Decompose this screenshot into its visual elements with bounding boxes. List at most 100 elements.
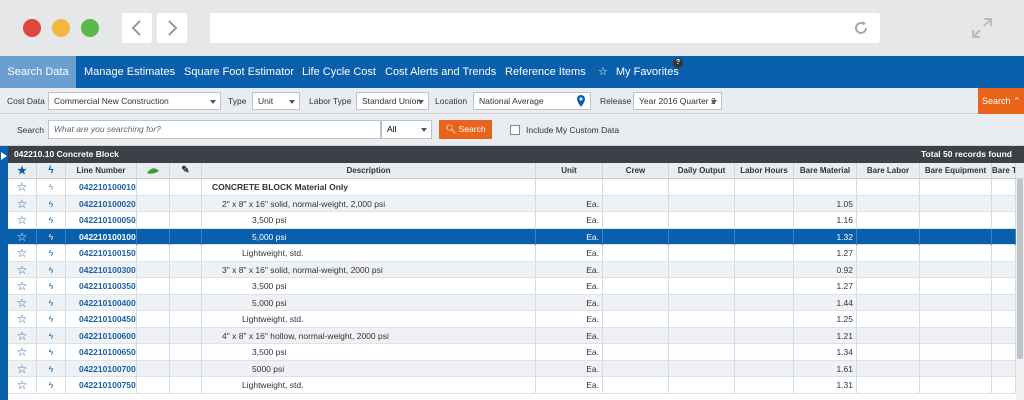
favorite-star-icon[interactable]: ☆ xyxy=(8,377,37,393)
favorite-star-icon[interactable]: ☆ xyxy=(8,195,37,212)
table-row[interactable]: ☆ ϟ 042210100350 3,500 psi Ea. 1.27 xyxy=(8,278,1016,295)
table-row[interactable]: ☆ ϟ 042210100020 2" x 8" x 16" solid, norma… xyxy=(8,195,1016,212)
favorite-column-header[interactable]: ★ xyxy=(8,163,37,179)
tab-search-data[interactable]: Search Data xyxy=(0,56,76,88)
tab-cost-alerts-trends[interactable]: Cost Alerts and Trends xyxy=(385,56,496,88)
include-custom-checkbox[interactable] xyxy=(510,125,520,135)
lightning-icon[interactable]: ϟ xyxy=(37,195,66,212)
forward-button[interactable] xyxy=(157,13,187,43)
lightning-icon[interactable]: ϟ xyxy=(37,360,66,377)
table-row[interactable]: ☆ ϟ 042210100750 Lightweight, std. Ea. 1.31 xyxy=(8,377,1016,394)
release-select[interactable]: Year 2016 Quarter 2 xyxy=(633,92,722,110)
col-daily-output[interactable]: Daily Output xyxy=(669,163,735,179)
back-button[interactable] xyxy=(122,13,152,43)
line-number-link[interactable]: 042210100650 xyxy=(79,347,136,357)
table-row[interactable]: ☆ ϟ 042210100450 Lightweight, std. Ea. 1.25 xyxy=(8,311,1016,328)
help-badge[interactable]: ? xyxy=(673,58,683,68)
col-bare-equipment[interactable]: Bare Equipment xyxy=(920,163,992,179)
favorite-star-icon[interactable]: ☆ xyxy=(8,311,37,327)
line-number-link[interactable]: 042210100050 xyxy=(79,215,136,225)
col-line-number[interactable]: Line Number xyxy=(66,163,137,179)
col-bare-material[interactable]: Bare Material xyxy=(794,163,857,179)
line-number-link[interactable]: 042210100600 xyxy=(79,331,136,341)
search-toggle-button[interactable]: Search ⌃ xyxy=(978,88,1024,114)
lightning-icon[interactable]: ϟ xyxy=(37,344,66,360)
lightning-icon[interactable]: ϟ xyxy=(37,212,66,228)
table-row[interactable]: ☆ ϟ 042210100600 4" x 8" x 16" hollow, norm… xyxy=(8,327,1016,344)
location-select[interactable]: National Average xyxy=(473,92,591,110)
table-row[interactable]: ☆ ϟ 042210100050 3,500 psi Ea. 1.16 xyxy=(8,212,1016,229)
favorite-star-icon[interactable]: ☆ xyxy=(8,278,37,294)
col-description[interactable]: Description xyxy=(202,163,536,179)
tab-life-cycle-cost[interactable]: Life Cycle Cost xyxy=(302,56,376,88)
favorite-star-icon[interactable]: ☆ xyxy=(8,360,37,377)
green-column-header[interactable] xyxy=(137,163,170,179)
lightning-icon[interactable]: ϟ xyxy=(37,327,66,344)
line-number-link[interactable]: 042210100010 xyxy=(79,182,136,192)
table-row[interactable]: ☆ ϟ 042210100150 Lightweight, std. Ea. 1.27 xyxy=(8,245,1016,262)
lightning-icon[interactable]: ϟ xyxy=(37,311,66,327)
notes-column-header[interactable]: ✎ xyxy=(170,163,202,179)
tab-reference-items[interactable]: Reference Items xyxy=(505,56,586,88)
table-row[interactable]: ☆ ϟ 042210100650 3,500 psi Ea. 1.34 xyxy=(8,344,1016,361)
line-number-link[interactable]: 042210100450 xyxy=(79,314,136,324)
table-row[interactable]: ☆ ϟ 042210100300 3" x 8" x 16" solid, norma… xyxy=(8,261,1016,278)
line-number-link[interactable]: 042210100300 xyxy=(79,265,136,275)
lightning-icon[interactable]: ϟ xyxy=(37,245,66,261)
description-text: 5,000 psi xyxy=(252,231,287,242)
tab-my-favorites[interactable]: ☆ My Favorites xyxy=(598,56,679,88)
col-labor-hours[interactable]: Labor Hours xyxy=(735,163,794,179)
col-bare-total[interactable]: Bare T xyxy=(992,163,1016,179)
lightning-off-icon[interactable]: ϟ xyxy=(37,179,66,195)
favorite-star-icon[interactable]: ☆ xyxy=(8,294,37,311)
search-input[interactable]: What are you searching for? xyxy=(48,120,381,139)
search-scope-select[interactable]: All xyxy=(381,120,432,139)
refresh-icon[interactable] xyxy=(852,19,870,37)
line-number-link[interactable]: 042210100400 xyxy=(79,298,136,308)
lightning-icon[interactable]: ϟ xyxy=(37,261,66,278)
favorite-star-icon[interactable]: ☆ xyxy=(8,344,37,360)
favorite-star-icon[interactable]: ☆ xyxy=(8,228,37,245)
tab-square-foot-estimator[interactable]: Square Foot Estimator xyxy=(184,56,294,88)
col-crew[interactable]: Crew xyxy=(603,163,669,179)
table-row[interactable]: ☆ ϟ 042210100100 5,000 psi Ea. 1.32 xyxy=(8,228,1016,245)
scrollbar-thumb[interactable] xyxy=(1017,179,1023,359)
col-unit[interactable]: Unit xyxy=(536,163,603,179)
line-number-link[interactable]: 042210100350 xyxy=(79,281,136,291)
favorite-star-icon[interactable]: ☆ xyxy=(8,179,37,195)
fullscreen-icon[interactable] xyxy=(970,16,994,40)
line-number-link[interactable]: 042210100700 xyxy=(79,364,136,374)
lightning-icon[interactable]: ϟ xyxy=(37,294,66,311)
minimize-window-button[interactable] xyxy=(52,19,70,37)
tab-manage-estimates[interactable]: Manage Estimates xyxy=(84,56,175,88)
favorite-star-icon[interactable]: ☆ xyxy=(8,245,37,261)
lightning-icon[interactable]: ϟ xyxy=(37,278,66,294)
table-row[interactable]: ☆ ϟ 042210100400 5,000 psi Ea. 1.44 xyxy=(8,294,1016,311)
table-cell xyxy=(857,278,920,294)
lightning-icon[interactable]: ϟ xyxy=(37,228,66,245)
maximize-window-button[interactable] xyxy=(81,19,99,37)
cost-data-select[interactable]: Commercial New Construction xyxy=(48,92,221,110)
line-number-link[interactable]: 042210100020 xyxy=(79,199,136,209)
col-bare-labor[interactable]: Bare Labor xyxy=(857,163,920,179)
line-number-link[interactable]: 042210100750 xyxy=(79,380,136,390)
table-cell: 042210100050 xyxy=(66,212,137,228)
table-row[interactable]: ☆ ϟ 042210100700 5000 psi Ea. 1.61 xyxy=(8,360,1016,377)
line-number-link[interactable]: 042210100150 xyxy=(79,248,136,258)
address-bar[interactable] xyxy=(210,13,880,43)
favorite-star-icon[interactable]: ☆ xyxy=(8,327,37,344)
lightning-icon[interactable]: ϟ xyxy=(37,377,66,393)
record-count: Total 50 records found xyxy=(921,149,1012,159)
labor-type-select[interactable]: Standard Union xyxy=(356,92,429,110)
search-button[interactable]: 🔍︎ Search xyxy=(439,120,492,139)
line-number-link[interactable]: 042210100100 xyxy=(79,232,136,242)
grid-scrollbar[interactable] xyxy=(1016,179,1024,400)
table-cell xyxy=(603,327,669,344)
table-row[interactable]: ☆ ϟ 042210100010 CONCRETE BLOCK Material On… xyxy=(8,179,1016,196)
quick-column-header[interactable]: ϟ xyxy=(37,163,66,179)
favorite-star-icon[interactable]: ☆ xyxy=(8,261,37,278)
close-window-button[interactable] xyxy=(23,19,41,37)
type-select[interactable]: Unit xyxy=(252,92,300,110)
side-panel-toggle[interactable] xyxy=(0,146,8,400)
favorite-star-icon[interactable]: ☆ xyxy=(8,212,37,228)
